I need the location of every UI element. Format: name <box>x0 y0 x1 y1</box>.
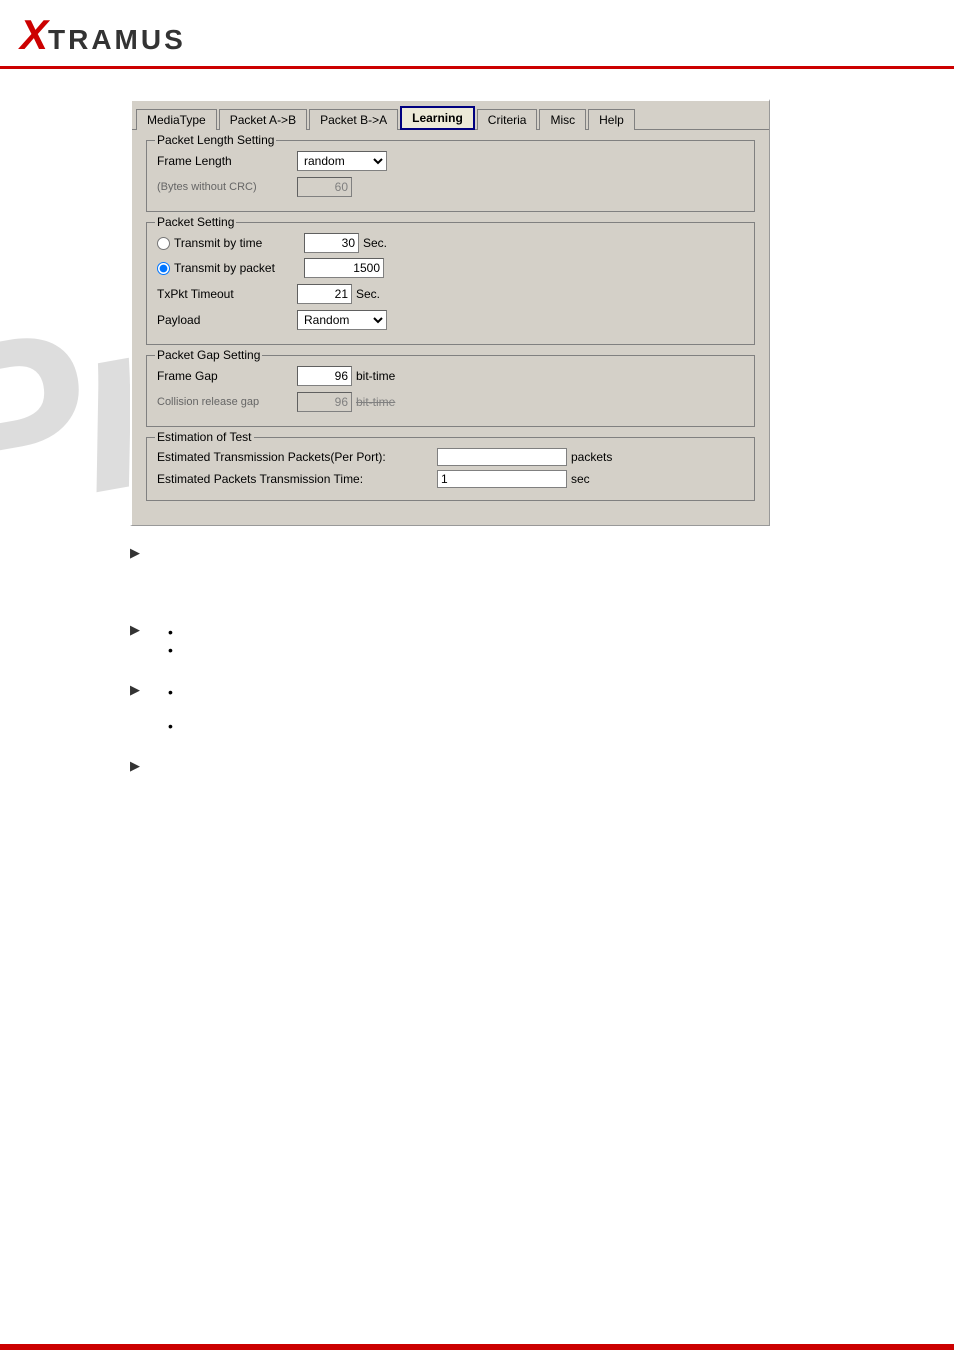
bullet-list-2: • • <box>168 625 179 657</box>
text-block-1: ▶ <box>130 544 824 561</box>
packet-gap-legend: Packet Gap Setting <box>155 348 262 362</box>
arrow-bullet-1: ▶ <box>130 544 824 561</box>
tab-criteria[interactable]: Criteria <box>477 109 538 130</box>
packet-gap-fieldset: Packet Gap Setting Frame Gap bit-time Co… <box>146 355 755 427</box>
arrow-icon-2: ▶ <box>130 622 140 638</box>
txpkt-timeout-input[interactable] <box>297 284 352 304</box>
footer-bar <box>0 1344 954 1350</box>
tab-help[interactable]: Help <box>588 109 635 130</box>
text-section: ▶ ▶ • • ▶ • • <box>130 544 824 774</box>
transmit-packet-row: Transmit by packet <box>157 258 744 278</box>
bullet-list-item-2-1: • <box>168 625 179 639</box>
arrow-icon-4: ▶ <box>130 758 140 774</box>
packet-length-content: Frame Length random 64 128 256 512 1024 … <box>157 151 744 197</box>
est-time-label: Estimated Packets Transmission Time: <box>157 472 437 486</box>
transmit-time-unit: Sec. <box>363 236 387 250</box>
panel-body: Packet Length Setting Frame Length rando… <box>132 130 769 525</box>
tab-packet-ab[interactable]: Packet A->B <box>219 109 307 130</box>
arrow-bullet-2: ▶ • • <box>130 621 824 661</box>
payload-select[interactable]: Random All Zeros All Ones <box>297 310 387 330</box>
bytes-crc-label: (Bytes without CRC) <box>157 181 297 193</box>
bytes-crc-row: (Bytes without CRC) <box>157 177 744 197</box>
estimation-legend: Estimation of Test <box>155 430 254 444</box>
estimation-content: Estimated Transmission Packets(Per Port)… <box>157 448 744 488</box>
transmit-packet-radio[interactable] <box>157 262 170 275</box>
tab-bar: MediaType Packet A->B Packet B->A Learni… <box>132 101 769 130</box>
arrow-bullet-4: ▶ <box>130 757 824 774</box>
logo-text: TRAMUS <box>48 24 186 56</box>
packet-setting-fieldset: Packet Setting Transmit by time Sec. Tra… <box>146 222 755 345</box>
txpkt-timeout-label: TxPkt Timeout <box>157 287 297 301</box>
main-content: Prelim MediaType Packet A->B Packet B->A… <box>0 69 954 820</box>
transmit-packet-input[interactable] <box>304 258 384 278</box>
transmit-time-radio[interactable] <box>157 237 170 250</box>
bullet-content-3: • • <box>148 681 179 737</box>
frame-length-row: Frame Length random 64 128 256 512 1024 … <box>157 151 744 171</box>
bullet-list-item-3-2: • <box>168 719 179 733</box>
est-time-row: Estimated Packets Transmission Time: sec <box>157 470 744 488</box>
bullet-dot-3-1: • <box>168 685 173 699</box>
packet-length-fieldset: Packet Length Setting Frame Length rando… <box>146 140 755 212</box>
packet-setting-content: Transmit by time Sec. Transmit by packet… <box>157 233 744 330</box>
est-time-unit: sec <box>571 472 590 486</box>
collision-release-row: Collision release gap bit-time <box>157 392 744 412</box>
transmit-time-row: Transmit by time Sec. <box>157 233 744 253</box>
bullet-content-2: • • <box>148 621 179 661</box>
bullet-list-item-2-2: • <box>168 643 179 657</box>
transmit-time-label: Transmit by time <box>174 236 304 250</box>
text-block-3: ▶ • • <box>130 681 824 737</box>
est-packets-label: Estimated Transmission Packets(Per Port)… <box>157 450 437 464</box>
text-block-2: ▶ • • <box>130 621 824 661</box>
tab-learning[interactable]: Learning <box>400 106 475 130</box>
frame-length-label: Frame Length <box>157 154 297 168</box>
frame-gap-row: Frame Gap bit-time <box>157 366 744 386</box>
bytes-crc-input[interactable] <box>297 177 352 197</box>
bullet-dot-3-2: • <box>168 719 173 733</box>
txpkt-timeout-row: TxPkt Timeout Sec. <box>157 284 744 304</box>
est-time-input <box>437 470 567 488</box>
packet-length-legend: Packet Length Setting <box>155 133 276 147</box>
arrow-icon-1: ▶ <box>130 545 140 561</box>
collision-release-label: Collision release gap <box>157 396 297 408</box>
transmit-time-input[interactable] <box>304 233 359 253</box>
payload-label: Payload <box>157 313 297 327</box>
panel: MediaType Packet A->B Packet B->A Learni… <box>130 99 770 526</box>
logo: X TRAMUS <box>20 14 186 56</box>
packet-gap-content: Frame Gap bit-time Collision release gap… <box>157 366 744 412</box>
packet-setting-legend: Packet Setting <box>155 215 236 229</box>
arrow-bullet-3: ▶ • • <box>130 681 824 737</box>
payload-row: Payload Random All Zeros All Ones <box>157 310 744 330</box>
frame-length-select[interactable]: random 64 128 256 512 1024 1280 1518 <box>297 151 387 171</box>
tab-packet-ba[interactable]: Packet B->A <box>309 109 398 130</box>
tab-misc[interactable]: Misc <box>539 109 586 130</box>
arrow-icon-3: ▶ <box>130 682 140 698</box>
collision-release-input <box>297 392 352 412</box>
bullet-list-3: • • <box>168 685 179 733</box>
bullet-dot-2-1: • <box>168 625 173 639</box>
text-block-4: ▶ <box>130 757 824 774</box>
bullet-list-item-3-1: • <box>168 685 179 699</box>
frame-gap-unit: bit-time <box>356 369 395 383</box>
est-packets-input <box>437 448 567 466</box>
logo-x: X <box>20 14 48 56</box>
collision-release-unit: bit-time <box>356 395 395 409</box>
header: X TRAMUS <box>0 0 954 69</box>
txpkt-timeout-unit: Sec. <box>356 287 380 301</box>
frame-gap-input[interactable] <box>297 366 352 386</box>
frame-gap-label: Frame Gap <box>157 369 297 383</box>
est-packets-unit: packets <box>571 450 612 464</box>
tab-mediatype[interactable]: MediaType <box>136 109 217 130</box>
bullet-dot-2-2: • <box>168 643 173 657</box>
estimation-fieldset: Estimation of Test Estimated Transmissio… <box>146 437 755 501</box>
transmit-packet-label: Transmit by packet <box>174 261 304 275</box>
est-packets-row: Estimated Transmission Packets(Per Port)… <box>157 448 744 466</box>
